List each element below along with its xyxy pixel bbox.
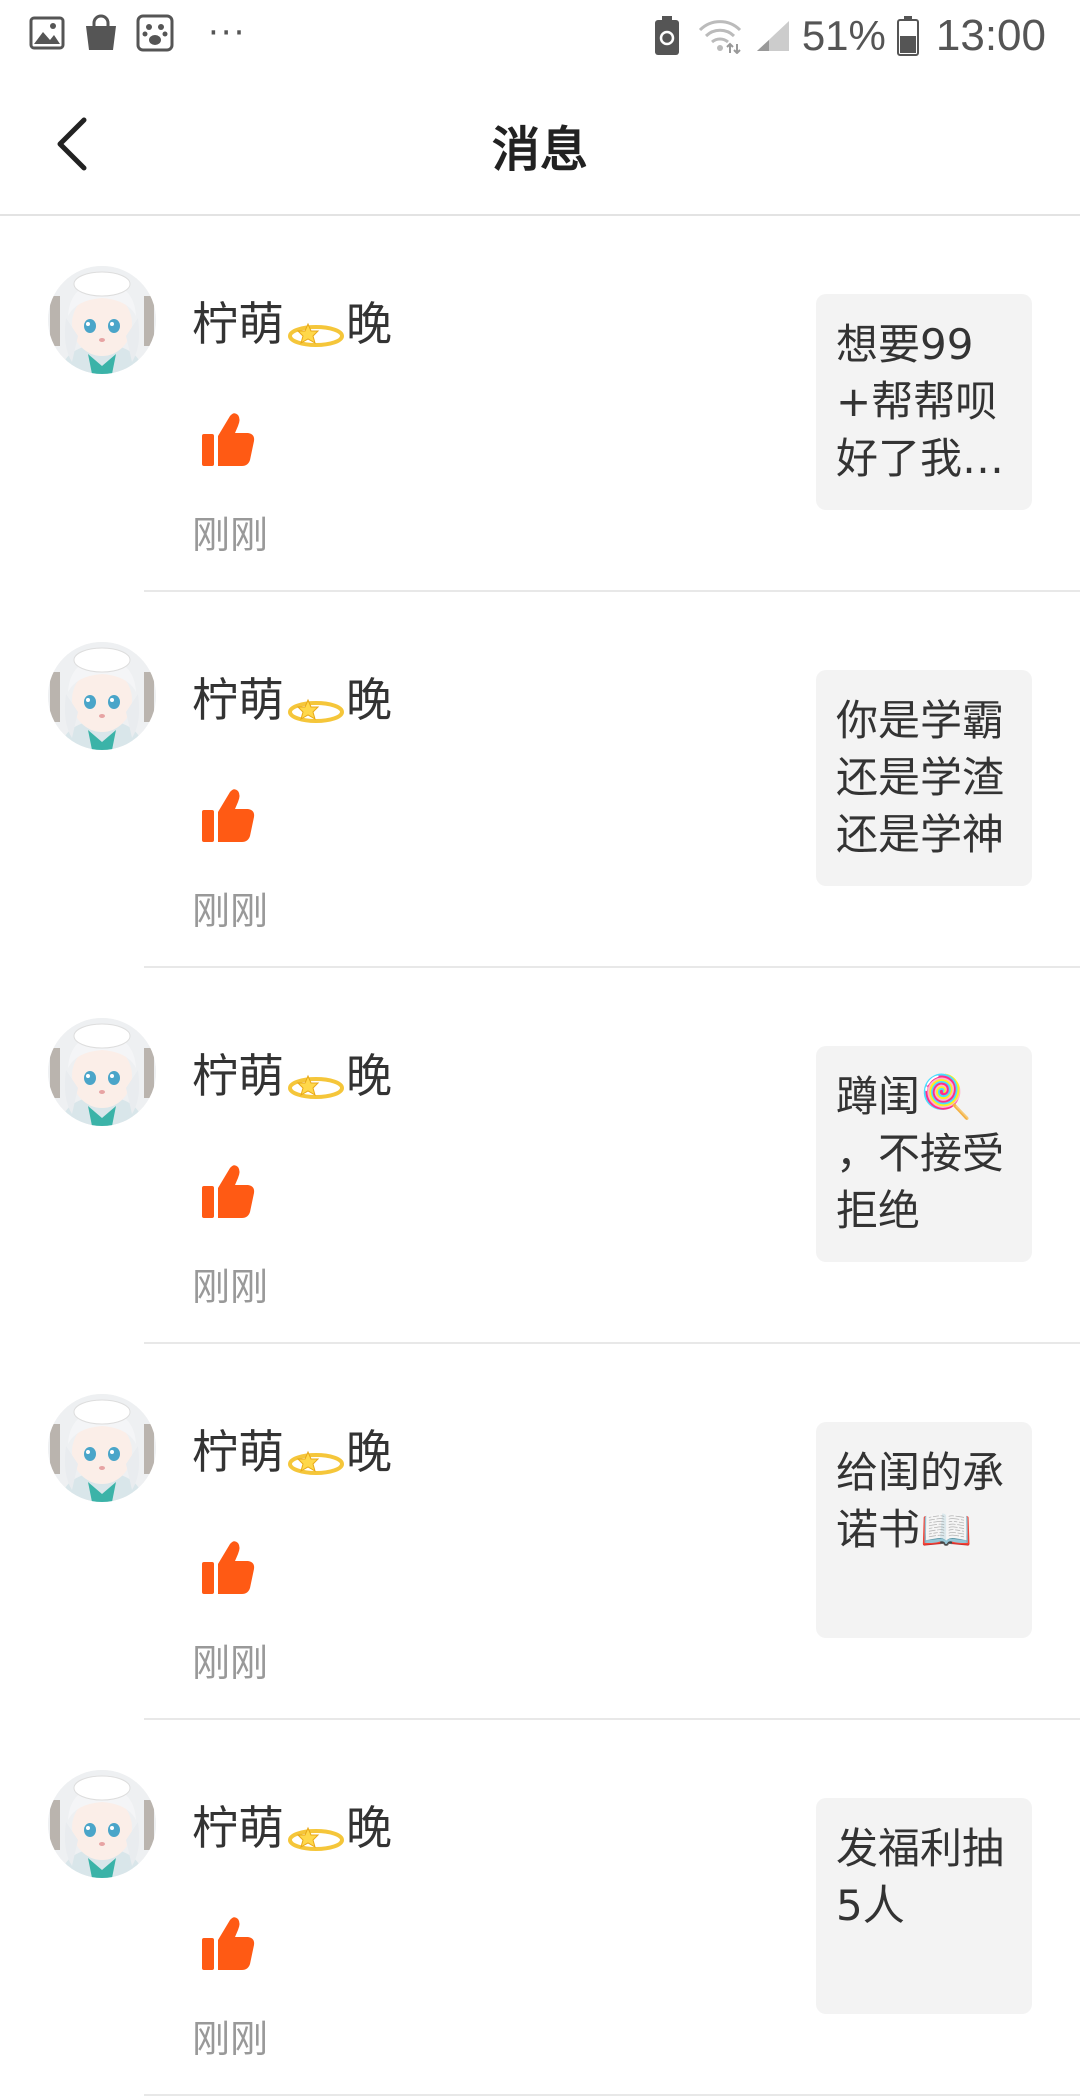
message-item[interactable]: 柠萌 晚 刚刚 给闺的承诺书📖 (0, 1344, 1080, 1720)
username-part: 柠萌 (192, 673, 284, 727)
username-part: 晚 (346, 1425, 392, 1479)
post-preview-text: 给闺的承诺书📖 (836, 1448, 1005, 1554)
timestamp: 刚刚 (192, 889, 269, 933)
post-preview[interactable]: 给闺的承诺书📖 (816, 1422, 1032, 1638)
shooting-star-emoji-icon (286, 1810, 344, 1851)
status-bar: ··· 51% 13:00 (0, 0, 1080, 72)
avatar[interactable] (48, 642, 156, 750)
more-notifications-icon: ··· (208, 13, 247, 53)
message-item[interactable]: 柠萌 晚 刚刚 你是学霸还是学渣还是学神 (0, 592, 1080, 968)
shooting-star-emoji-icon (286, 1058, 344, 1099)
clock: 13:00 (935, 11, 1046, 60)
thumbs-up-icon (200, 1914, 256, 1974)
message-list: 柠萌 晚 刚刚 想要99+帮帮呗好了我爱你好不好 (0, 216, 1080, 2096)
timestamp: 刚刚 (192, 1265, 269, 1309)
message-item[interactable]: 柠萌 晚 刚刚 想要99+帮帮呗好了我爱你好不好 (0, 216, 1080, 592)
paw-icon (136, 14, 174, 52)
shooting-star-emoji-icon (286, 682, 344, 723)
post-preview[interactable]: 蹲闺🍭 ，不接受拒绝 (816, 1046, 1032, 1262)
wifi-icon (696, 17, 744, 55)
username-part: 柠萌 (192, 297, 284, 351)
gallery-icon (28, 14, 66, 52)
post-preview-text: 想要99+帮帮呗好了我爱你好不好 (836, 320, 1005, 483)
avatar[interactable] (48, 1770, 156, 1878)
timestamp: 刚刚 (192, 1641, 269, 1685)
username-part: 柠萌 (192, 1049, 284, 1103)
username-part: 晚 (346, 297, 392, 351)
avatar[interactable] (48, 1394, 156, 1502)
message-item[interactable]: 柠萌 晚 刚刚 发福利抽5人 (0, 1720, 1080, 2096)
username-part: 晚 (346, 1801, 392, 1855)
username-part: 柠萌 (192, 1801, 284, 1855)
shooting-star-emoji-icon (286, 306, 344, 347)
header-bar: 消息 (0, 72, 1080, 216)
page-title: 消息 (491, 122, 588, 178)
post-preview[interactable]: 想要99+帮帮呗好了我爱你好不好 (816, 294, 1032, 510)
thumbs-up-icon (200, 1162, 256, 1222)
username[interactable]: 柠萌 晚 (192, 664, 392, 730)
status-bar-notifications: ··· (28, 14, 246, 52)
message-item[interactable]: 柠萌 晚 刚刚 蹲闺🍭 ，不接受拒绝 (0, 968, 1080, 1344)
signal-icon (754, 17, 792, 55)
thumbs-up-icon (200, 1538, 256, 1598)
thumbs-up-icon (200, 786, 256, 846)
username[interactable]: 柠萌 晚 (192, 1792, 392, 1858)
username[interactable]: 柠萌 晚 (192, 1416, 392, 1482)
shooting-star-emoji-icon (286, 1434, 344, 1475)
avatar[interactable] (48, 266, 156, 374)
shopping-bag-icon (82, 14, 120, 52)
battery-icon (896, 16, 920, 56)
thumbs-up-icon (200, 410, 256, 470)
status-bar-system: 51% 13:00 (648, 8, 1046, 64)
timestamp: 刚刚 (192, 513, 269, 557)
username-part: 晚 (346, 1049, 392, 1103)
post-preview[interactable]: 发福利抽5人 (816, 1798, 1032, 2014)
timestamp: 刚刚 (192, 2017, 269, 2061)
battery-saver-icon (648, 16, 686, 55)
post-preview-text: 发福利抽5人 (836, 1824, 1005, 1930)
username[interactable]: 柠萌 晚 (192, 288, 392, 354)
username-part: 柠萌 (192, 1425, 284, 1479)
post-preview-text: 你是学霸还是学渣还是学神 (836, 696, 1005, 859)
avatar[interactable] (48, 1018, 156, 1126)
post-preview-text: 蹲闺🍭 ，不接受拒绝 (836, 1072, 1005, 1235)
username-part: 晚 (346, 673, 392, 727)
battery-percent: 51% (801, 12, 886, 59)
post-preview[interactable]: 你是学霸还是学渣还是学神 (816, 670, 1032, 886)
username[interactable]: 柠萌 晚 (192, 1040, 392, 1106)
